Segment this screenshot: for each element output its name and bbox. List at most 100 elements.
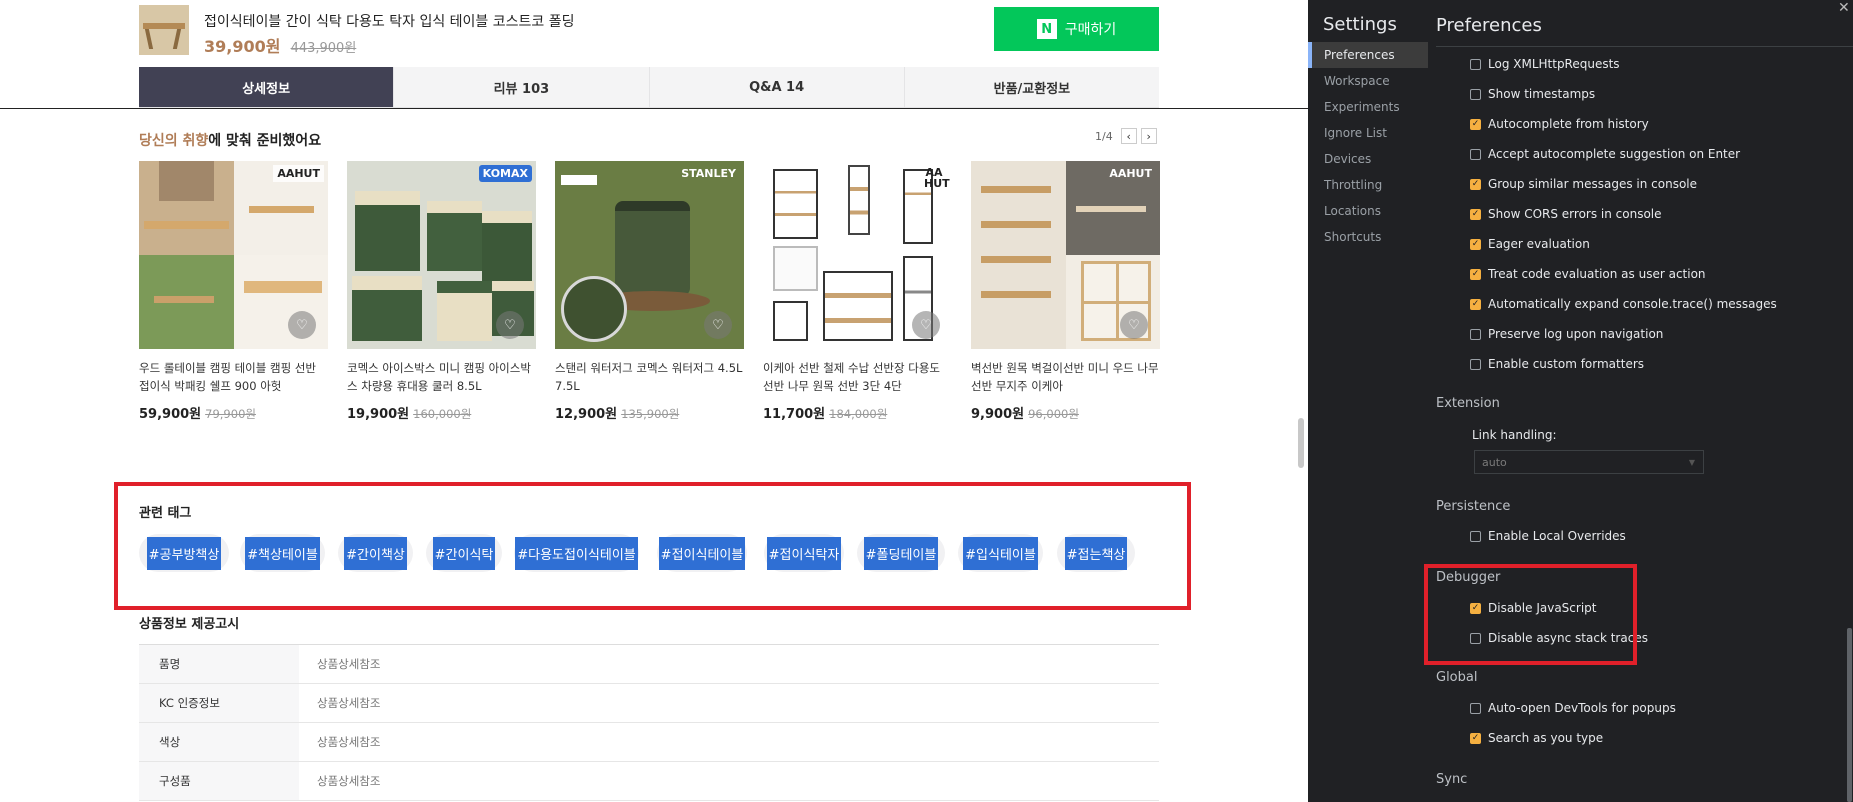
nav-item-locations[interactable]: Locations [1308, 198, 1428, 224]
checkbox[interactable] [1470, 88, 1481, 100]
table-row: 품명 상품상세참조 [139, 645, 1159, 684]
close-icon[interactable]: ✕ [1838, 0, 1850, 16]
table-value: 상품상세참조 [317, 696, 381, 710]
page-scrollbar[interactable] [1298, 418, 1304, 468]
option-show-timestamps[interactable]: Show timestamps [1470, 84, 1595, 104]
product-image[interactable]: STANLEY ♡ [555, 161, 744, 349]
product-summary-bar: 접이식테이블 간이 식탁 다용도 탁자 입식 테이블 코스트코 폴딩 39,90… [139, 5, 1159, 57]
checkbox[interactable] [1470, 148, 1481, 160]
prev-page-button[interactable]: ‹ [1120, 128, 1137, 144]
tag-label: #폴딩테이블 [863, 536, 939, 570]
checkbox[interactable] [1470, 58, 1481, 70]
heart-icon[interactable]: ♡ [288, 311, 316, 339]
option-local-overrides[interactable]: Enable Local Overrides [1470, 526, 1626, 546]
checkbox-checked[interactable]: ✓ [1470, 238, 1481, 250]
tag-label: #책상테이블 [245, 536, 320, 570]
tag-chip[interactable]: #다용도접이식테이블 [514, 534, 639, 572]
product-card[interactable]: AA HUT ♡ 이케아 선반 철제 수납 선반장 다용도 선반 나무 원목 선… [763, 161, 952, 422]
checkbox[interactable] [1470, 358, 1481, 370]
product-image[interactable]: KOMAX ♡ [347, 161, 536, 349]
checkbox[interactable] [1470, 328, 1481, 340]
product-card-sale-price: 12,900원 [555, 407, 618, 422]
option-label: Eager evaluation [1488, 237, 1590, 251]
tab-reviews[interactable]: 리뷰 103 [394, 67, 650, 107]
tag-chip[interactable]: #공부방책상 [139, 534, 229, 572]
checkbox-checked[interactable]: ✓ [1470, 732, 1481, 744]
tag-chip[interactable]: #입식테이블 [958, 534, 1043, 572]
nav-item-shortcuts[interactable]: Shortcuts [1308, 224, 1428, 250]
product-image[interactable]: AAHUT ♡ [971, 161, 1160, 349]
link-handling-select[interactable]: auto ▼ [1474, 450, 1704, 474]
checkbox-checked[interactable]: ✓ [1470, 118, 1481, 130]
tag-chip[interactable]: #간이식탁 [426, 534, 502, 572]
option-label: Autocomplete from history [1488, 117, 1649, 131]
tag-label: #접는책상 [1064, 536, 1128, 570]
tag-chip[interactable]: #접는책상 [1057, 534, 1135, 572]
nav-item-throttling[interactable]: Throttling [1308, 172, 1428, 198]
tab-return-exchange[interactable]: 반품/교환정보 [905, 67, 1159, 107]
tag-chip[interactable]: #간이책상 [338, 534, 413, 572]
option-autocomplete-history[interactable]: ✓ Autocomplete from history [1470, 114, 1649, 134]
next-page-button[interactable]: › [1140, 128, 1157, 144]
product-image[interactable]: AAHUT ♡ [139, 161, 328, 349]
product-card[interactable]: STANLEY ♡ 스탠리 워터저그 코멕스 워터저그 4.5L 7.5L 12… [555, 161, 744, 422]
devtools-scrollbar[interactable] [1847, 628, 1852, 802]
table-row: KC 인증정보 상품상세참조 [139, 684, 1159, 723]
product-card-name: 이케아 선반 철제 수납 선반장 다용도 선반 나무 원목 선반 3단 4단 [763, 361, 940, 393]
heart-icon[interactable]: ♡ [912, 311, 940, 339]
product-thumbnail[interactable] [139, 5, 189, 55]
nav-item-devices[interactable]: Devices [1308, 146, 1428, 172]
product-card-original-price: 184,000원 [829, 407, 888, 421]
option-search-as-you-type[interactable]: ✓ Search as you type [1470, 728, 1603, 748]
option-treat-code-evaluation[interactable]: ✓ Treat code evaluation as user action [1470, 264, 1706, 284]
table-value: 상품상세참조 [317, 657, 381, 671]
checkbox-checked[interactable]: ✓ [1470, 268, 1481, 280]
tab-detail[interactable]: 상세정보 [139, 67, 395, 107]
product-card[interactable]: AAHUT ♡ 벽선반 원목 벽걸이선반 미니 우드 나무 선반 무지주 이케아… [971, 161, 1160, 422]
nav-item-ignore-list[interactable]: Ignore List [1308, 120, 1428, 146]
checkbox-checked[interactable]: ✓ [1470, 298, 1481, 310]
tag-chip[interactable]: #접이식테이블 [657, 534, 747, 572]
brand-badge: AAHUT [1109, 167, 1152, 180]
checkbox-checked[interactable]: ✓ [1470, 178, 1481, 190]
nav-item-experiments[interactable]: Experiments [1308, 94, 1428, 120]
product-card-original-price: 160,000원 [413, 407, 472, 421]
checkbox[interactable] [1470, 702, 1481, 714]
option-preserve-log[interactable]: Preserve log upon navigation [1470, 324, 1663, 344]
header-divider [1436, 46, 1853, 47]
option-expand-console-trace[interactable]: ✓ Automatically expand console.trace() me… [1470, 294, 1777, 314]
link-handling-value: auto [1482, 455, 1507, 469]
nav-item-preferences[interactable]: Preferences [1308, 42, 1428, 68]
option-log-xmlhttprequests[interactable]: Log XMLHttpRequests [1470, 54, 1620, 74]
option-accept-autocomplete-enter[interactable]: Accept autocomplete suggestion on Enter [1470, 144, 1740, 164]
nav-item-workspace[interactable]: Workspace [1308, 68, 1428, 94]
product-image[interactable]: AA HUT ♡ [763, 161, 952, 349]
heart-icon[interactable]: ♡ [1120, 311, 1148, 339]
product-card-sale-price: 19,900원 [347, 407, 410, 422]
tab-qna[interactable]: Q&A 14 [650, 67, 905, 107]
option-group-similar[interactable]: ✓ Group similar messages in console [1470, 174, 1697, 194]
product-card[interactable]: AAHUT ♡ 우드 롤테이블 캠핑 테이블 캠핑 선반 접이식 박패킹 쉘프 … [139, 161, 328, 422]
table-key: 구성품 [139, 762, 299, 800]
heart-icon[interactable]: ♡ [496, 311, 524, 339]
tag-chip[interactable]: #책상테이블 [240, 534, 325, 572]
checkbox-checked[interactable]: ✓ [1470, 208, 1481, 220]
tag-chip[interactable]: #폴딩테이블 [857, 534, 945, 572]
option-custom-formatters[interactable]: Enable custom formatters [1470, 354, 1644, 374]
product-card-name: 벽선반 원목 벽걸이선반 미니 우드 나무 선반 무지주 이케아 [971, 361, 1159, 393]
buy-button[interactable]: N 구매하기 [994, 7, 1159, 51]
brand-badge: KOMAX [478, 165, 532, 182]
option-label: Preserve log upon navigation [1488, 327, 1664, 341]
heart-icon[interactable]: ♡ [704, 311, 732, 339]
tag-label: #공부방책상 [146, 536, 222, 570]
option-label: Accept autocomplete suggestion on Enter [1488, 147, 1741, 161]
checkbox[interactable] [1470, 530, 1481, 542]
option-eager-evaluation[interactable]: ✓ Eager evaluation [1470, 234, 1590, 254]
product-card[interactable]: KOMAX ♡ 코멕스 아이스박스 미니 캠핑 아이스박스 차량용 휴대용 쿨러… [347, 161, 536, 422]
option-show-cors-errors[interactable]: ✓ Show CORS errors in console [1470, 204, 1662, 224]
table-key: 품명 [139, 645, 299, 683]
shop-page: 접이식테이블 간이 식탁 다용도 탁자 입식 테이블 코스트코 폴딩 39,90… [0, 0, 1308, 802]
tag-chip[interactable]: #접이식탁자 [764, 534, 844, 572]
section-persistence-title: Persistence [1436, 499, 1511, 514]
option-auto-open-devtools[interactable]: Auto-open DevTools for popups [1470, 698, 1676, 718]
